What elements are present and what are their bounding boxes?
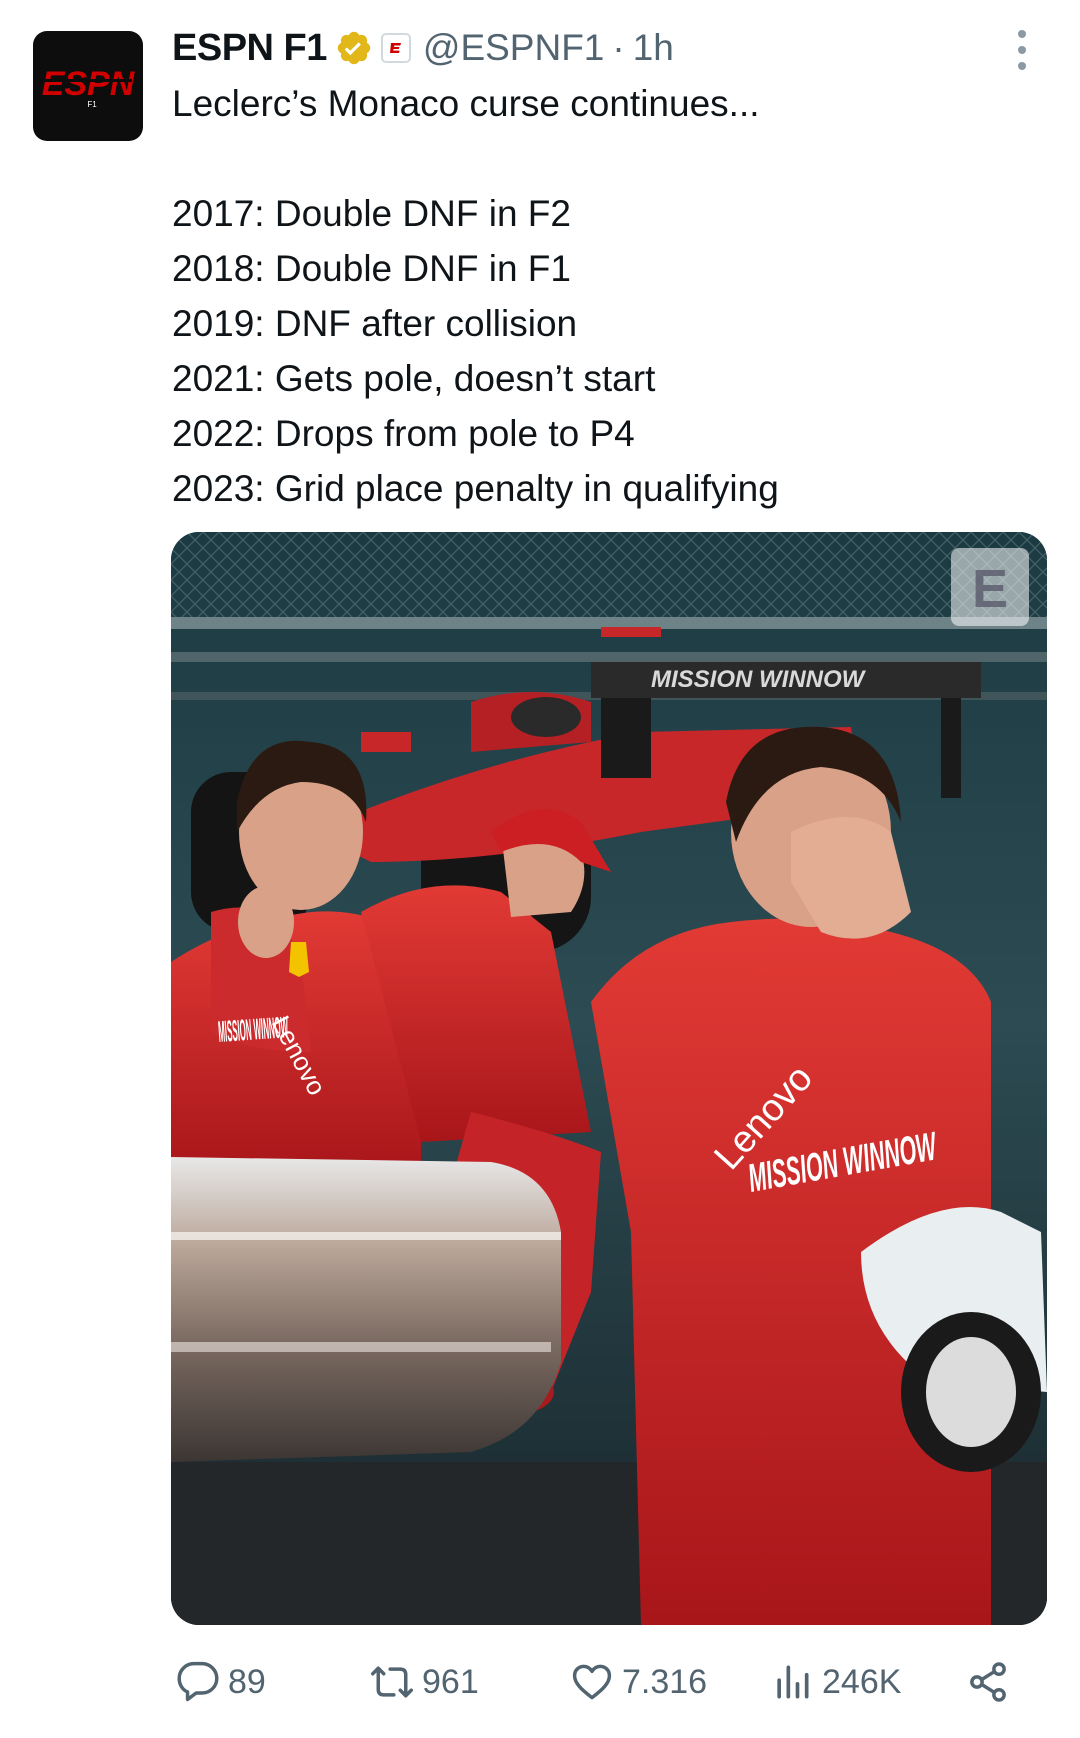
retweet-icon <box>371 1666 413 1698</box>
tweet-line: 2017: Double DNF in F2 <box>172 193 571 234</box>
retweet-button[interactable]: 961 <box>370 1650 479 1714</box>
timestamp[interactable]: 1h <box>633 27 674 69</box>
tweet-actions: 89 961 7.316 246K <box>172 1650 1032 1714</box>
tweet-text: Leclerc’s Monaco curse continues... 2017… <box>172 76 1042 516</box>
avatar-logo-subtext: F1 <box>87 100 97 109</box>
view-count: 246K <box>822 1662 902 1701</box>
views-icon <box>777 1665 809 1699</box>
heart-icon <box>572 1664 612 1700</box>
author-handle[interactable]: @ESPNF1 <box>423 27 605 69</box>
reply-icon <box>177 1661 219 1702</box>
rear-wing-sponsor-text: MISSION WINNOW <box>651 666 867 693</box>
tweet-header: ESPN F1 @ESPNF1 · 1h <box>172 20 674 76</box>
like-count: 7.316 <box>622 1662 708 1701</box>
tweet-media-image[interactable]: E MISSION WINNOW Lenovo Lenovo MISSION <box>171 532 1047 1625</box>
retweet-count: 961 <box>422 1662 479 1701</box>
tweet-line: 2018: Double DNF in F1 <box>172 248 571 289</box>
tweet-line: 2023: Grid place penalty in qualifying <box>172 468 779 509</box>
views-button[interactable]: 246K <box>770 1650 901 1714</box>
reply-button[interactable]: 89 <box>176 1650 266 1714</box>
tweet-line: 2021: Gets pole, doesn’t start <box>172 358 656 399</box>
verified-badge-icon[interactable] <box>335 29 373 67</box>
tweet-line-break <box>172 131 1042 186</box>
tweet-line: 2019: DNF after collision <box>172 303 578 344</box>
catch-fence <box>171 532 1047 627</box>
share-icon <box>970 1662 1006 1702</box>
like-button[interactable]: 7.316 <box>570 1650 707 1714</box>
more-options-icon[interactable] <box>1012 30 1032 70</box>
separator-dot: · <box>612 27 625 68</box>
svg-text:E: E <box>972 559 1008 619</box>
author-name[interactable]: ESPN F1 <box>172 27 327 70</box>
espn-affiliate-icon[interactable] <box>380 33 411 63</box>
espn-watermark: E <box>951 548 1029 626</box>
tweet-line: 2022: Drops from pole to P4 <box>172 413 635 454</box>
avatar-logo-text: ESPN <box>42 65 136 103</box>
tweet-line: Leclerc’s Monaco curse continues... <box>172 83 760 124</box>
tweet[interactable]: ESPN F1 ESPN F1 @ESPNF1 · 1h Leclerc’s M… <box>0 0 1080 1738</box>
share-button[interactable] <box>966 1650 1018 1714</box>
avatar[interactable]: ESPN F1 <box>33 31 143 141</box>
reply-count: 89 <box>228 1662 266 1701</box>
